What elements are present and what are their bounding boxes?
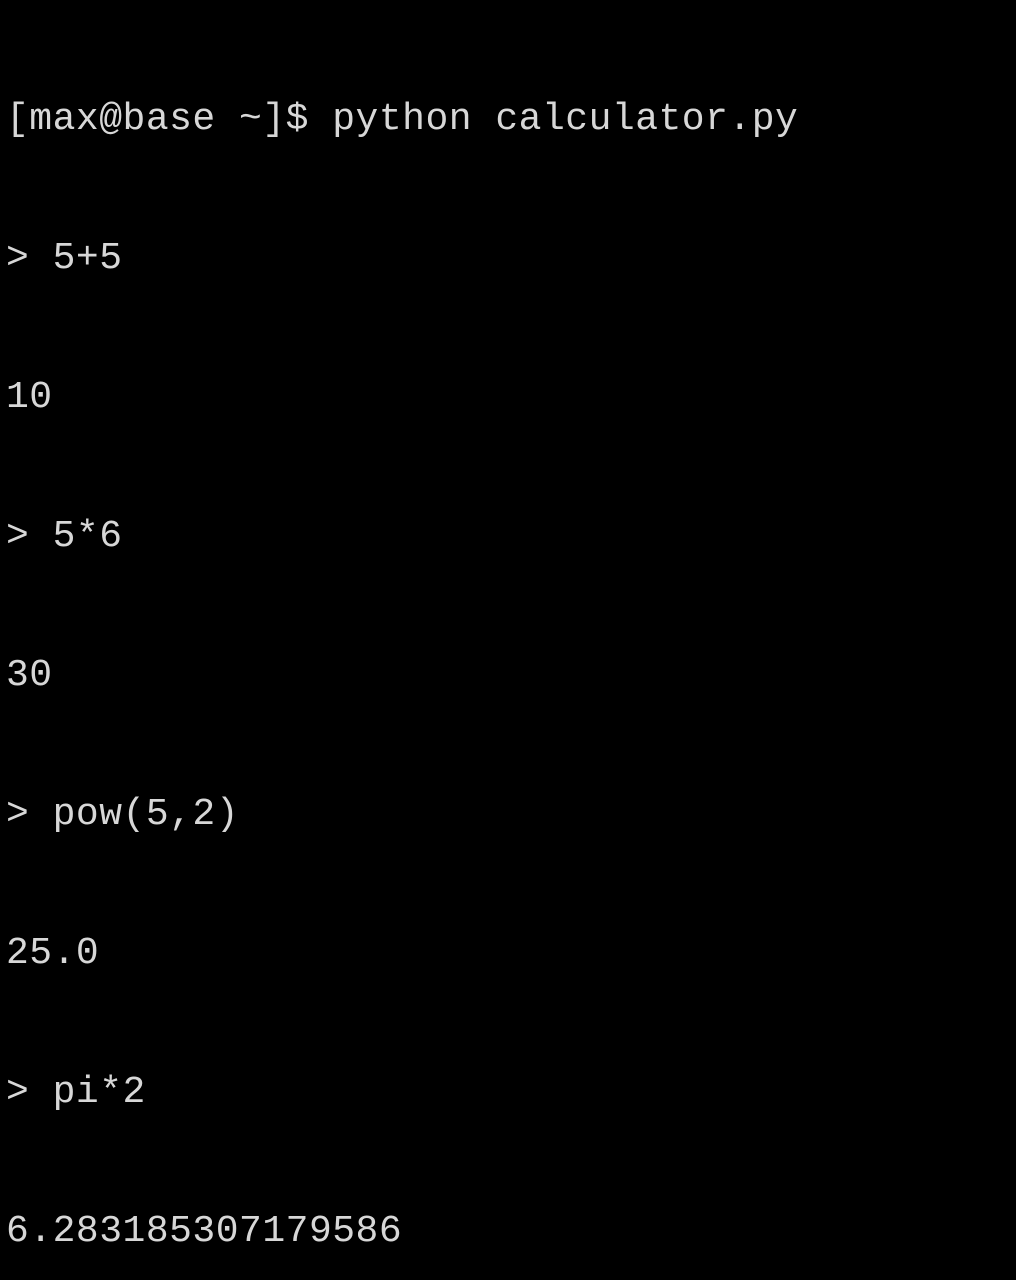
terminal-line: > pi*2 (6, 1070, 1010, 1116)
terminal-line: 6.283185307179586 (6, 1209, 1010, 1255)
terminal-line: > 5+5 (6, 236, 1010, 282)
terminal-line: > pow(5,2) (6, 792, 1010, 838)
terminal-line: 10 (6, 375, 1010, 421)
terminal-line: 30 (6, 653, 1010, 699)
terminal-line: [max@base ~]$ python calculator.py (6, 97, 1010, 143)
terminal-line: 25.0 (6, 931, 1010, 977)
terminal-line: > 5*6 (6, 514, 1010, 560)
terminal-window[interactable]: [max@base ~]$ python calculator.py > 5+5… (0, 0, 1016, 1280)
